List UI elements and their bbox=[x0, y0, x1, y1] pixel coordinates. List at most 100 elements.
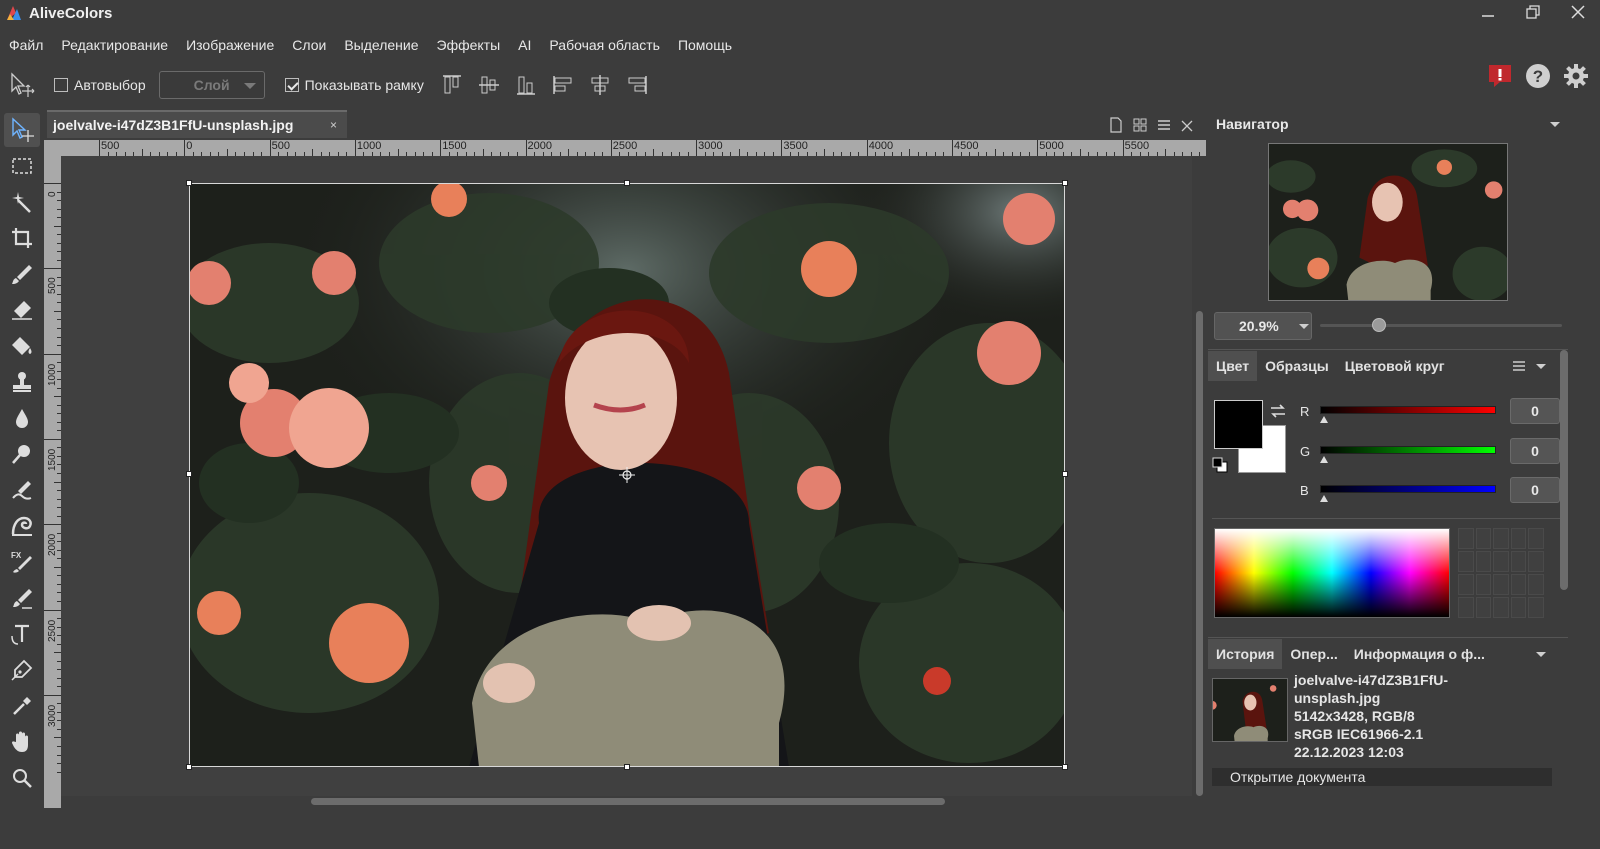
handle-bottom-left[interactable] bbox=[186, 764, 192, 770]
hand-tool[interactable] bbox=[4, 725, 40, 759]
tab-swatches[interactable]: Образцы bbox=[1257, 351, 1337, 381]
swatch-slot[interactable] bbox=[1510, 528, 1527, 549]
alert-icon[interactable] bbox=[1486, 62, 1514, 90]
swatch-slot[interactable] bbox=[1458, 528, 1474, 549]
pen-tool[interactable] bbox=[4, 653, 40, 687]
grid-icon[interactable] bbox=[1132, 117, 1148, 133]
settings-icon[interactable] bbox=[1562, 62, 1590, 90]
menu-workspace[interactable]: Рабочая область bbox=[540, 37, 669, 53]
swatch-slot[interactable] bbox=[1458, 597, 1474, 618]
brush-tool[interactable] bbox=[4, 257, 40, 291]
foreground-color-swatch[interactable] bbox=[1214, 400, 1263, 449]
zoom-input[interactable]: 20.9% bbox=[1214, 312, 1312, 340]
blur-tool[interactable] bbox=[4, 401, 40, 435]
zoom-slider-track[interactable] bbox=[1320, 324, 1562, 327]
menu-file[interactable]: Файл bbox=[0, 37, 52, 53]
menu-icon[interactable] bbox=[1512, 359, 1526, 373]
tab-file-info[interactable]: Информация о ф... bbox=[1346, 639, 1493, 669]
channel-r-knob[interactable] bbox=[1320, 416, 1328, 423]
help-icon[interactable]: ? bbox=[1524, 62, 1552, 90]
swatch-slot[interactable] bbox=[1475, 551, 1492, 572]
crop-tool[interactable] bbox=[4, 221, 40, 255]
swatch-slot[interactable] bbox=[1528, 528, 1544, 549]
path-brush-tool[interactable] bbox=[4, 581, 40, 615]
handle-bottom-right[interactable] bbox=[1062, 764, 1068, 770]
align-left-icon[interactable] bbox=[551, 73, 575, 97]
layer-select[interactable]: Слой bbox=[158, 71, 265, 99]
channel-b-input[interactable]: 0 bbox=[1510, 477, 1560, 503]
handle-bottom[interactable] bbox=[624, 764, 630, 770]
handle-top[interactable] bbox=[624, 180, 630, 186]
tab-color-wheel[interactable]: Цветовой круг bbox=[1337, 351, 1453, 381]
zoom-tool[interactable] bbox=[4, 761, 40, 795]
swatch-slot[interactable] bbox=[1493, 574, 1509, 595]
zoom-slider-knob[interactable] bbox=[1372, 318, 1386, 332]
dodge-tool[interactable] bbox=[4, 437, 40, 471]
document-icon[interactable] bbox=[1108, 117, 1124, 133]
tab-operations[interactable]: Опер... bbox=[1282, 639, 1345, 669]
handle-top-right[interactable] bbox=[1062, 180, 1068, 186]
menu-edit[interactable]: Редактирование bbox=[52, 37, 177, 53]
channel-r-input[interactable]: 0 bbox=[1510, 398, 1560, 424]
fx-brush-tool[interactable]: FX bbox=[4, 545, 40, 579]
channel-g-knob[interactable] bbox=[1320, 456, 1328, 463]
align-top-icon[interactable] bbox=[440, 73, 464, 97]
navigator-preview[interactable] bbox=[1268, 143, 1508, 301]
swatch-slot[interactable] bbox=[1493, 551, 1509, 572]
menu-ai[interactable]: AI bbox=[509, 37, 540, 53]
swatch-slot[interactable] bbox=[1458, 551, 1474, 572]
horizontal-scrollbar[interactable] bbox=[61, 796, 1192, 808]
swatch-slot[interactable] bbox=[1510, 574, 1527, 595]
swatch-slot[interactable] bbox=[1493, 528, 1509, 549]
menu-select[interactable]: Выделение bbox=[335, 37, 427, 53]
tab-close-icon[interactable]: × bbox=[330, 118, 337, 132]
align-bottom-icon[interactable] bbox=[514, 73, 538, 97]
canvas-area[interactable] bbox=[61, 156, 1192, 796]
document-tab[interactable]: joelvalve-i47dZ3B1FfU-unsplash.jpg × bbox=[47, 110, 347, 138]
channel-b-knob[interactable] bbox=[1320, 495, 1328, 502]
move-tool[interactable] bbox=[4, 113, 40, 147]
align-vcenter-icon[interactable] bbox=[477, 73, 501, 97]
color-spectrum[interactable] bbox=[1214, 528, 1450, 618]
chevron-down-icon[interactable] bbox=[1550, 122, 1560, 127]
vertical-scrollbar[interactable] bbox=[1192, 156, 1206, 796]
tab-color[interactable]: Цвет bbox=[1208, 350, 1258, 381]
show-frame-checkbox[interactable] bbox=[284, 78, 299, 92]
handle-right[interactable] bbox=[1062, 471, 1068, 477]
chevron-down-icon[interactable] bbox=[1536, 364, 1546, 369]
menu-help[interactable]: Помощь bbox=[669, 37, 741, 53]
menu-image[interactable]: Изображение bbox=[177, 37, 283, 53]
history-entry[interactable]: Открытие документа bbox=[1212, 768, 1552, 786]
minimize-button[interactable] bbox=[1465, 0, 1510, 24]
handle-top-left[interactable] bbox=[186, 180, 192, 186]
chevron-down-icon[interactable] bbox=[1536, 652, 1546, 657]
horizontal-ruler[interactable]: 500 0 500 1000 1500 2000 2500 3000 3500 4000 4500 5… bbox=[61, 140, 1206, 156]
vertical-ruler[interactable]: 0 500 1000 1500 2000 2500 3000 bbox=[44, 156, 61, 808]
wave-tool[interactable] bbox=[4, 509, 40, 543]
horizontal-scroll-thumb[interactable] bbox=[311, 798, 945, 805]
swatch-slot[interactable] bbox=[1475, 528, 1492, 549]
magic-wand-tool[interactable] bbox=[4, 185, 40, 219]
recent-swatches[interactable] bbox=[1458, 528, 1544, 618]
reset-colors-icon[interactable] bbox=[1212, 456, 1230, 474]
close-icon[interactable] bbox=[1180, 117, 1194, 133]
transform-frame[interactable] bbox=[186, 180, 1068, 770]
swatch-slot[interactable] bbox=[1510, 597, 1527, 618]
menu-icon[interactable] bbox=[1156, 117, 1172, 133]
autoselect-checkbox[interactable] bbox=[54, 78, 68, 92]
tab-history[interactable]: История bbox=[1208, 638, 1283, 669]
swap-colors-icon[interactable] bbox=[1268, 402, 1288, 420]
clone-stamp-tool[interactable] bbox=[4, 365, 40, 399]
crosshair-icon[interactable] bbox=[619, 467, 635, 483]
swatch-slot[interactable] bbox=[1493, 597, 1509, 618]
fill-tool[interactable] bbox=[4, 329, 40, 363]
swatch-slot[interactable] bbox=[1528, 574, 1544, 595]
menu-layers[interactable]: Слои bbox=[283, 37, 335, 53]
swatch-slot[interactable] bbox=[1528, 597, 1544, 618]
vertical-scroll-thumb[interactable] bbox=[1196, 311, 1203, 796]
smudge-tool[interactable] bbox=[4, 473, 40, 507]
channel-b-slider[interactable] bbox=[1320, 485, 1496, 493]
eyedropper-tool[interactable] bbox=[4, 689, 40, 723]
align-hcenter-icon[interactable] bbox=[588, 73, 612, 97]
restore-button[interactable] bbox=[1510, 0, 1555, 24]
